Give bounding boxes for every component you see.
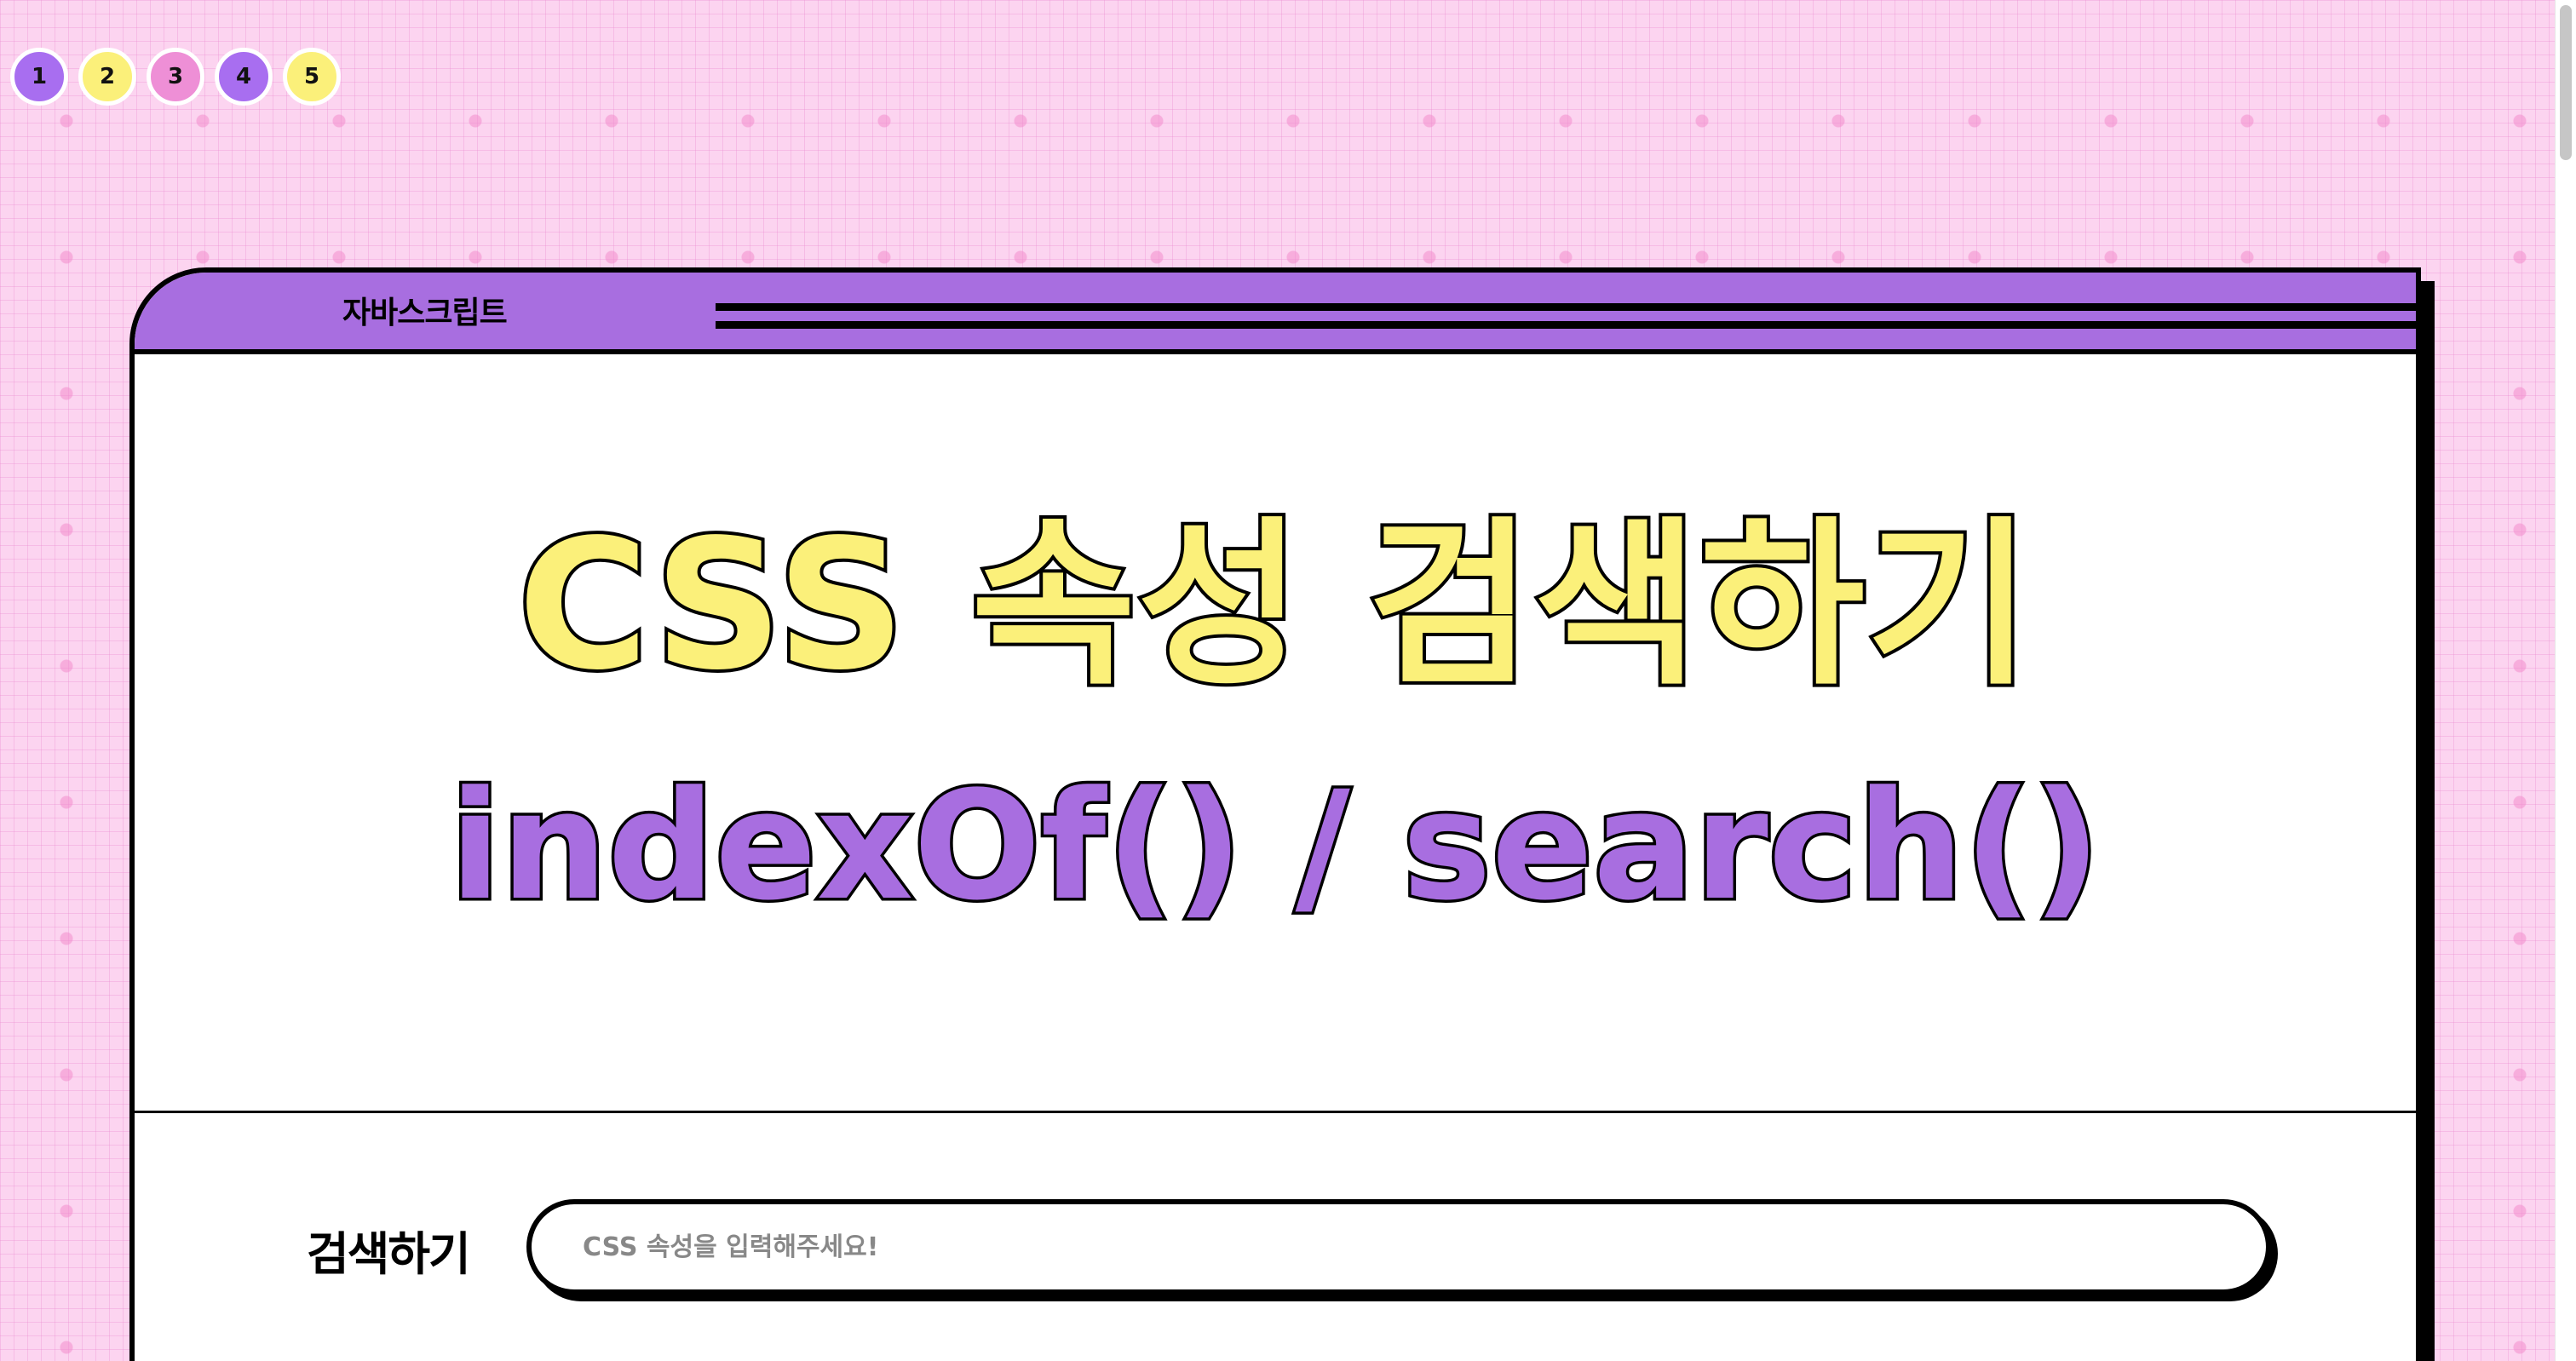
divider (135, 1111, 2416, 1113)
page-nav: 1 2 3 4 5 (10, 48, 341, 106)
page-nav-item-3[interactable]: 3 (147, 48, 204, 106)
page-title: CSS 속성 검색하기 (515, 501, 2035, 709)
scrollbar-thumb[interactable] (2560, 5, 2572, 160)
search-label: 검색하기 (307, 1227, 471, 1281)
search-input[interactable] (526, 1199, 2271, 1295)
header-decor-line (716, 303, 2416, 311)
page-nav-item-4[interactable]: 4 (215, 48, 273, 106)
scrollbar[interactable] (2555, 0, 2576, 1361)
page-nav-item-5[interactable]: 5 (283, 48, 341, 106)
page-subtitle: indexOf() / search() (446, 759, 2104, 933)
card-header: 자바스크립트 (135, 273, 2416, 354)
hero: CSS 속성 검색하기 indexOf() / search() (135, 354, 2416, 1111)
main-card: 자바스크립트 CSS 속성 검색하기 indexOf() / search() … (129, 267, 2421, 1361)
header-decor-line (716, 321, 2416, 329)
card-header-label: 자바스크립트 (342, 296, 508, 330)
search-row: 검색하기 (135, 1189, 2416, 1301)
page-nav-item-1[interactable]: 1 (10, 48, 68, 106)
page-nav-item-2[interactable]: 2 (78, 48, 136, 106)
